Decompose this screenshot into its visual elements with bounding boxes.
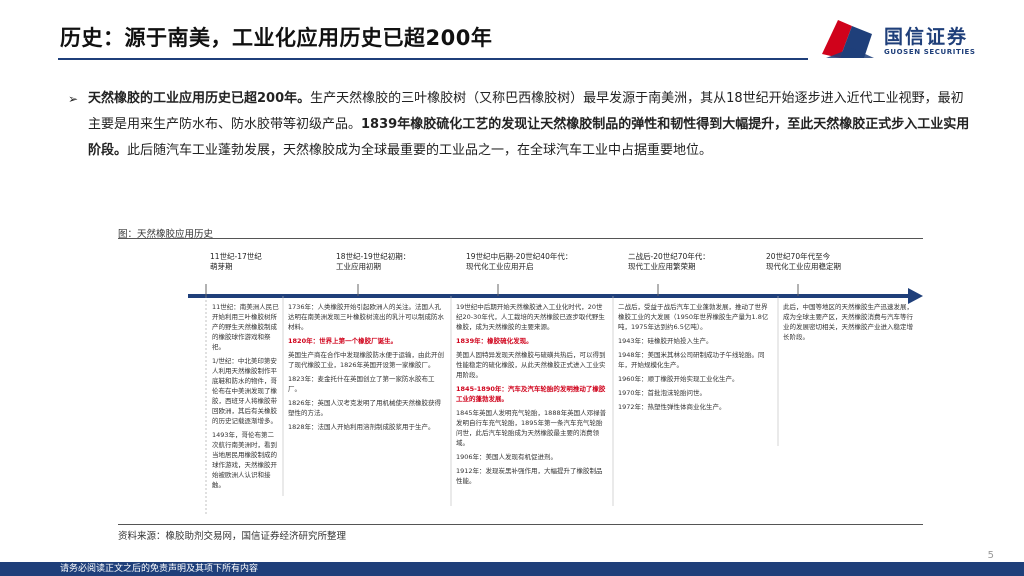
timeline-entry: 11世纪：南美洲人民已开始利用三叶橡胶树所产的野生天然橡胶制成的橡胶球作游戏和祭… [212,303,279,351]
era-label-4: 二战后-20世纪70年代： 现代工业应用繁荣期 [628,252,710,271]
timeline-entry: 1906年：美国人发现有机促进剂。 [456,453,558,461]
bullet-text-2: 此后随汽车工业蓬勃发展，天然橡胶成为全球最重要的工业品之一，在全球汽车工业中占据… [127,143,713,158]
bullet-arrow-icon: ➢ [68,92,79,106]
timeline-entry: 英国生产商在合作中发现橡胶防水便于运输，由此开创了现代橡胶工业，1826年英国开… [288,351,444,369]
page-title: 历史：源于南美，工业化应用历史已超200年 [60,26,493,50]
timeline-entry: 19世纪中后期开始天然橡胶进入工业化时代，20世纪20-30年代，人工栽培的天然… [456,303,605,331]
timeline-entry: 1820年：世界上第一个橡胶厂诞生。 [288,337,398,345]
title-underline [58,58,808,60]
timeline-col-2: 1736年：人类橡胶开始引起欧洲人的关注。法国人孔达明在南美洲发现三叶橡胶树流出… [288,302,446,436]
timeline-entry: 二战后，受益于战后汽车工业蓬勃发展，推动了世界橡胶工业的大发展（1950年世界橡… [618,303,769,331]
timeline-entry: 1970年：首批泡沫轮胎问世。 [618,389,707,397]
timeline-entry: 1960年：顺丁橡胶开始实现工业化生产。 [618,375,739,383]
timeline-col-1: 11世纪：南美洲人民已开始利用三叶橡胶树所产的野生天然橡胶制成的橡胶球作游戏和祭… [212,302,280,494]
timeline-entry: 1845年英国人发明充气轮胎，1888年英国人邓禄普发明自行车充气轮胎，1895… [456,409,607,447]
figure-source: 资料来源：橡胶助剂交易网，国信证券经济研究所整理 [118,531,347,542]
timeline-entry: 1826年：英国人汉考克发明了用机械使天然橡胶获得塑性的方法。 [288,399,442,417]
bullet-paragraph: ➢ 天然橡胶的工业应用历史已超200年。生产天然橡胶的三叶橡胶树（又称巴西橡胶树… [68,86,970,164]
timeline-entry: 1493年，哥伦布第二次航行南美洲时，看到当地居民用橡胶制成的球作游戏，天然橡胶… [212,431,277,489]
timeline-entry: 此后，中国等地区的天然橡胶生产迅速发展，成为全球主要产区，天然橡胶消费与汽车等行… [783,303,913,341]
timeline-entry: 1943年：硅橡胶开始投入生产。 [618,337,713,345]
logo-cn-text: 国信证券 [884,26,969,48]
footer-disclaimer: 请务必阅读正文之后的免责声明及其项下所有内容 [60,564,259,574]
era-label-1: 11世纪-17世纪 萌芽期 [210,252,262,271]
timeline-col-3: 19世纪中后期开始天然橡胶进入工业化时代，20世纪20-30年代，人工栽培的天然… [456,302,608,490]
era-label-5: 20世纪70年代至今 现代化工业应用稳定期 [766,252,841,271]
timeline-col-4: 二战后，受益于战后汽车工业蓬勃发展，推动了世界橡胶工业的大发展（1950年世界橡… [618,302,773,416]
timeline-entry: 1948年：美国米其林公司研制成功子午线轮胎。同年，开始规模化生产。 [618,351,765,369]
timeline-entry: 1839年：橡胶硫化发现。 [456,337,533,345]
timeline-entry: 1828年：法国人开始利用溶剂制成胶浆用于生产。 [288,423,435,431]
bullet-bold-1: 天然橡胶的工业应用历史已超200年。 [88,91,311,106]
timeline-entry: 1845-1890年：汽车及汽车轮胎的发明推动了橡胶工业的蓬勃发展。 [456,385,606,403]
timeline-col-5: 此后，中国等地区的天然橡胶生产迅速发展，成为全球主要产区，天然橡胶消费与汽车等行… [783,302,918,346]
figure-bottom-rule [118,524,923,525]
timeline-entry: 1912年：发现炭黑补强作用，大幅提升了橡胶制品性能。 [456,467,603,485]
page-number: 5 [987,550,994,561]
timeline-entry: 1736年：人类橡胶开始引起欧洲人的关注。法国人孔达明在南美洲发现三叶橡胶树流出… [288,303,444,331]
timeline-entry: 1/世纪：中北美印第安人利用天然橡胶制作平底鞋和防水的物件，哥伦布在中美洲发现了… [212,357,277,425]
era-label-2: 18世纪-19世纪初期： 工业应用初期 [336,252,411,271]
timeline-entry: 1972年：热塑性弹性体商业化生产。 [618,403,726,411]
era-label-3: 19世纪中后期-20世纪40年代： 现代化工业应用开启 [466,252,573,271]
figure-top-rule [118,238,923,239]
logo-en-text: GUOSEN SECURITIES [884,48,976,56]
timeline-figure: 11世纪-17世纪 萌芽期 18世纪-19世纪初期： 工业应用初期 19世纪中后… [118,246,923,516]
timeline-entry: 美国人固特异发现天然橡胶与硫磺共热后，可以得到性能稳定的硫化橡胶，从此天然橡胶正… [456,351,606,379]
timeline-entry: 1823年：麦金托什在英国创立了第一家防水胶布工厂。 [288,375,435,393]
